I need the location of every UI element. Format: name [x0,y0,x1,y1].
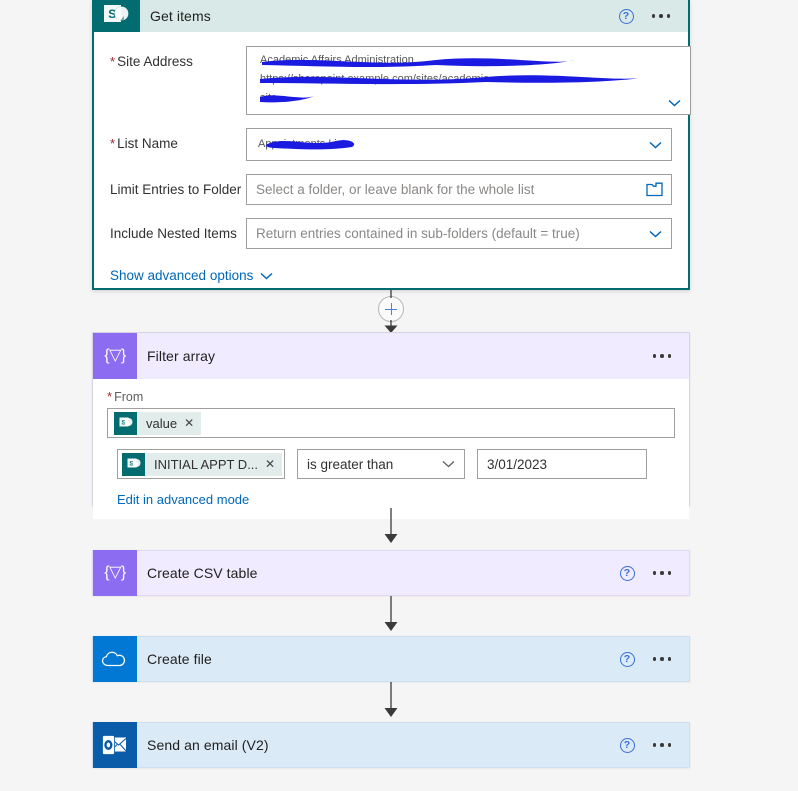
from-input[interactable]: S value ✕ [107,408,675,438]
connector-line-top [379,290,403,298]
field-label-list-name: * List Name [110,136,178,151]
site-address-input[interactable]: Academic Affairs Administration https://… [246,46,691,115]
card-header-actions [652,354,690,358]
card-header-actions: ? [618,8,689,24]
card-header-get-items[interactable]: S Get items ? [94,0,688,32]
condition-operator-select[interactable]: is greater than [297,449,465,479]
help-icon[interactable]: ? [619,565,635,581]
show-advanced-options-label: Show advanced options [110,268,254,283]
action-card-create-file[interactable]: Create file ? [92,636,690,682]
card-header-create-file[interactable]: Create file ? [93,636,690,682]
card-header-actions: ? [619,651,690,667]
chevron-down-icon [260,268,273,283]
condition-left-operand-input[interactable]: S INITIAL APPT D... ✕ [117,449,285,479]
include-nested-placeholder: Return entries contained in sub-folders … [256,226,580,241]
card-header-create-csv-table[interactable]: {▽} Create CSV table ? [93,550,690,596]
required-marker: * [107,389,113,404]
more-options-icon[interactable] [652,354,671,358]
sharepoint-icon: S [122,452,145,476]
filter-array-form: * From S value ✕ S INITIAL APPT D... ✕ i… [93,379,689,519]
edit-in-advanced-mode-link[interactable]: Edit in advanced mode [117,492,249,507]
help-icon[interactable]: ? [618,8,634,24]
more-options-icon[interactable] [652,657,671,661]
card-title: Get items [150,8,211,24]
field-label-from: * From [107,389,144,404]
action-card-filter-array[interactable]: {▽} Filter array * From S value ✕ S INIT… [92,332,690,519]
help-icon[interactable]: ? [619,737,635,753]
card-header-send-an-email[interactable]: Send an email (V2) ? [93,722,690,768]
flow-designer-canvas: S Get items ? * Site Address Academic Af… [0,0,798,791]
card-title: Create file [147,651,212,667]
sharepoint-icon: S [94,0,140,32]
show-advanced-options-link[interactable]: Show advanced options [110,268,273,283]
include-nested-items-input[interactable]: Return entries contained in sub-folders … [246,218,672,249]
insert-step-button[interactable] [378,296,404,322]
redacted-site-address-value: Academic Affairs Administration https://… [247,47,690,114]
field-label-site-address: * Site Address [110,54,193,69]
card-header-actions: ? [619,737,690,753]
required-marker: * [110,54,116,69]
onedrive-icon [93,636,137,682]
card-header-actions: ? [619,565,690,581]
more-options-icon[interactable] [652,571,671,575]
data-operation-icon: {▽} [93,550,137,596]
connector-arrow-file-to-email [379,682,403,718]
data-operation-icon: {▽} [93,333,137,379]
required-marker: * [110,136,116,151]
action-card-send-an-email[interactable]: Send an email (V2) ? [92,722,690,768]
token-label: INITIAL APPT D... [154,456,259,472]
condition-right-operand-input[interactable]: 3/01/2023 [477,449,647,479]
action-card-create-csv-table[interactable]: {▽} Create CSV table ? [92,550,690,596]
connector-arrow-csv-to-file [379,596,403,632]
chevron-down-icon [442,460,455,468]
field-label-include-nested-items: Include Nested Items [110,226,237,241]
form-row-include-nested-items: Include Nested Items Return entries cont… [110,218,672,249]
brace-glyph: {▽} [104,564,126,581]
outlook-icon [93,722,137,768]
form-row-list-name: *List Name Appointments List [110,128,672,161]
dynamic-content-token-initial-appt-date[interactable]: S INITIAL APPT D... ✕ [122,452,283,476]
form-row-site-address: * Site Address Academic Affairs Administr… [110,46,691,115]
remove-token-icon[interactable]: ✕ [184,417,194,429]
action-card-get-items[interactable]: S Get items ? * Site Address Academic Af… [92,0,691,290]
token-label: value [146,415,178,431]
condition-right-operand-value: 3/01/2023 [487,456,548,472]
card-header-filter-array[interactable]: {▽} Filter array [93,333,689,379]
card-title: Filter array [147,348,216,364]
remove-token-icon[interactable]: ✕ [265,458,275,470]
sharepoint-icon: S [114,411,137,435]
limit-entries-to-folder-input[interactable]: Select a folder, or leave blank for the … [246,174,672,205]
more-options-icon[interactable] [652,743,671,747]
get-items-form: * Site Address Academic Affairs Administr… [94,32,691,283]
list-name-input[interactable]: Appointments List [246,128,672,161]
dynamic-content-token-value[interactable]: S value ✕ [114,411,202,435]
form-row-limit-entries-to-folder: Limit Entries to Folder Select a folder,… [110,174,672,205]
condition-operator-value: is greater than [307,456,394,472]
card-title: Create CSV table [147,565,258,581]
filter-condition-row: S INITIAL APPT D... ✕ is greater than 3/… [107,449,675,479]
field-label-limit-entries-to-folder: Limit Entries to Folder [110,182,242,197]
brace-glyph: {▽} [104,347,126,364]
limit-entries-placeholder: Select a folder, or leave blank for the … [256,182,535,197]
redacted-list-name-value: Appointments List [247,129,671,160]
help-icon[interactable]: ? [619,651,635,667]
folder-picker-icon[interactable] [646,182,663,197]
more-options-icon[interactable] [651,14,670,18]
connector-arrow-filter-to-csv [379,508,403,544]
card-title: Send an email (V2) [147,737,269,753]
